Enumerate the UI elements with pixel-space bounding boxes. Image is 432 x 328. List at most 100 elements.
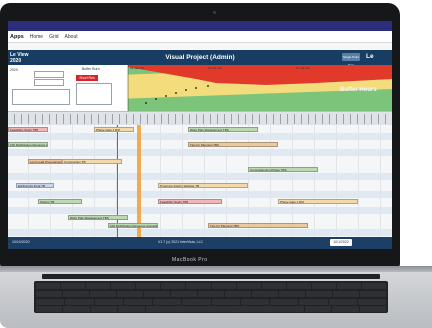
ruler-tick xyxy=(133,114,134,124)
footer-bar: 10/10/2020 V1.7 (c) 2021 InterVista, LLC… xyxy=(8,237,392,249)
task-bar[interactable]: 100 Mobilization Resource Acquisition xyxy=(8,142,48,147)
ruler-tick xyxy=(364,114,365,124)
key-row xyxy=(36,299,386,305)
task-bar[interactable]: Work Plan Management TBS xyxy=(188,127,258,132)
date-field[interactable] xyxy=(34,71,64,78)
ruler-tick xyxy=(168,114,169,124)
task-bar[interactable]: Earthworks Final TB xyxy=(16,183,54,188)
ruler-tick xyxy=(189,114,190,124)
ruler-tick xyxy=(308,114,309,124)
menu-item-grid[interactable]: Grid xyxy=(49,34,58,40)
grid-line xyxy=(314,125,315,237)
date-picker[interactable]: 10/1/2022 xyxy=(330,239,352,246)
ruler-tick xyxy=(140,114,141,124)
ruler-tick xyxy=(357,114,358,124)
menu-bar: Apps Home Grid About xyxy=(8,31,392,43)
gantt-row xyxy=(8,173,392,180)
end-date-field[interactable] xyxy=(34,79,64,86)
ruler-tick xyxy=(77,114,78,124)
ruler-tick xyxy=(210,114,211,124)
task-bar[interactable]: Feasibility Study TB5 xyxy=(158,199,222,204)
ruler-tick xyxy=(385,114,386,124)
ruler-tick xyxy=(231,114,232,124)
key-row xyxy=(36,283,387,289)
ruler-tick xyxy=(378,114,379,124)
ruler-tick xyxy=(70,114,71,124)
task-bar[interactable]: Testing TB xyxy=(38,199,82,204)
gantt-row xyxy=(8,149,392,156)
ruler-tick xyxy=(224,114,225,124)
ruler-tick xyxy=(301,114,302,124)
gantt-row xyxy=(8,191,392,198)
task-bar[interactable]: Work Plan Management TBS xyxy=(68,215,128,220)
ruler-tick xyxy=(266,114,267,124)
buffer-hours-label: Buffer Hours xyxy=(340,87,377,93)
ruler-tick xyxy=(28,114,29,124)
task-bar[interactable]: Tips for Planning TBS xyxy=(208,223,308,228)
apps-menu[interactable]: Apps xyxy=(10,34,24,40)
gantt-row xyxy=(8,229,392,236)
chart-label-start: 01-Jan-20 xyxy=(130,66,144,70)
grid-line xyxy=(94,125,95,237)
ruler-tick xyxy=(84,114,85,124)
project-header: Le View 2020 Visual Project (Admin) Singl… xyxy=(8,50,392,67)
task-bar[interactable]: Phase Gate 1 RM xyxy=(278,199,358,204)
ruler-tick xyxy=(63,114,64,124)
ruler-tick xyxy=(343,114,344,124)
grid-line xyxy=(72,125,73,237)
gantt-row xyxy=(8,207,392,214)
ruler-tick xyxy=(182,114,183,124)
gantt-chart: Feasibility Study TB5 Phase Gate 1 RM Work… xyxy=(8,125,392,237)
ruler-tick xyxy=(238,114,239,124)
grid-line xyxy=(380,125,381,237)
ruler-tick xyxy=(273,114,274,124)
resource-list-box[interactable] xyxy=(76,83,112,105)
field-label-year: 2020 xyxy=(10,68,18,72)
grid-line xyxy=(292,125,293,237)
trend-point xyxy=(195,87,197,89)
task-bar[interactable]: Tips for Planning TBS xyxy=(188,142,278,147)
task-bar[interactable]: Construction TB xyxy=(62,159,122,164)
menu-item-about[interactable]: About xyxy=(65,34,78,40)
ruler-tick xyxy=(35,114,36,124)
ruler-tick xyxy=(91,114,92,124)
single-point-button[interactable]: Single Point Data xyxy=(342,53,360,67)
trend-point xyxy=(207,85,209,87)
grid-line xyxy=(160,125,161,237)
ruler-tick xyxy=(294,114,295,124)
short-res-badge[interactable]: Short Res xyxy=(76,75,98,81)
task-bar[interactable]: 100 Mobilization Resource Acquisition xyxy=(108,223,158,228)
chart-label-mid: 20-Jun-20 xyxy=(208,66,222,70)
ruler-tick xyxy=(49,114,50,124)
ruler-tick xyxy=(329,114,330,124)
ruler-tick xyxy=(42,114,43,124)
ruler-tick xyxy=(119,114,120,124)
ruler-tick xyxy=(252,114,253,124)
task-bar[interactable]: Phase Gate 1 RM xyxy=(94,127,134,132)
keyboard xyxy=(34,281,388,313)
task-bar[interactable]: Prototype Interim Website TB xyxy=(158,183,248,188)
options-box[interactable] xyxy=(12,89,70,105)
status-line xyxy=(117,125,118,237)
laptop-lid: Apps Home Grid About Le View 2020 Visual … xyxy=(0,3,400,268)
trend-point xyxy=(155,98,157,100)
app-screen: Apps Home Grid About Le View 2020 Visual … xyxy=(8,21,392,249)
task-bar[interactable]: Feasibility Study TB5 xyxy=(8,127,48,132)
ruler-tick xyxy=(245,114,246,124)
today-marker[interactable] xyxy=(137,125,141,237)
grid-line xyxy=(358,125,359,237)
task-bar[interactable]: Commissioning Phase TBS xyxy=(248,167,318,172)
chart-label-end: 17-Jan-22 xyxy=(296,66,310,70)
trend-point xyxy=(165,95,167,97)
camera-icon xyxy=(213,11,216,14)
ruler-tick xyxy=(217,114,218,124)
ruler-tick xyxy=(287,114,288,124)
ruler-tick xyxy=(147,114,148,124)
fever-chart: 01-Jan-20 20-Jun-20 17-Jan-22 Buffer Hou… xyxy=(116,65,392,111)
ruler-tick xyxy=(154,114,155,124)
menu-item-home[interactable]: Home xyxy=(30,34,43,40)
ruler-tick xyxy=(322,114,323,124)
ruler-tick xyxy=(336,114,337,124)
buffer-burn-label: Buffer Burn xyxy=(82,67,100,71)
ruler-tick xyxy=(175,114,176,124)
